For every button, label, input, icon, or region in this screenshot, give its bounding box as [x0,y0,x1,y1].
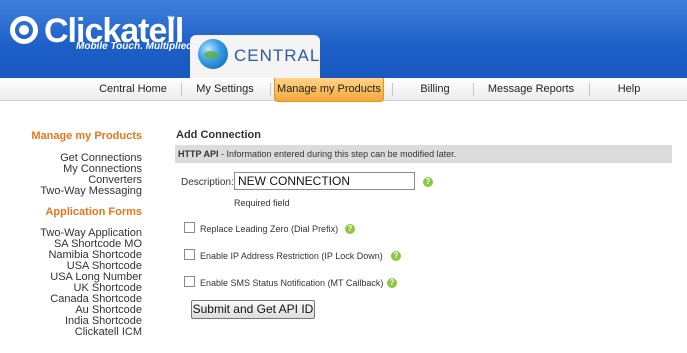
nav-message-reports[interactable]: Message Reports [478,78,584,100]
required-field-note: Required field [234,198,290,208]
help-icon-ip-restriction[interactable]: ? [391,251,401,261]
api-type-label: HTTP API [178,149,219,159]
help-icon-sms-status[interactable]: ? [387,278,397,288]
nav-my-settings[interactable]: My Settings [186,78,264,100]
logo-trademark: ™ [166,14,175,24]
help-icon-leading-zero[interactable]: ? [345,224,355,234]
nav-help[interactable]: Help [594,78,664,100]
sms-status-checkbox[interactable] [184,276,195,287]
replace-leading-zero-label: Replace Leading Zero (Dial Prefix) [200,224,339,234]
sidebar-heading-application-forms: Application Forms [45,206,142,218]
sms-status-label: Enable SMS Status Notification (MT Callb… [200,278,384,288]
nav-separator [589,83,590,96]
page-title: Add Connection [176,129,261,141]
sidebar-link-clickatell-icm[interactable]: Clickatell ICM [75,327,142,338]
replace-leading-zero-checkbox[interactable] [184,222,195,233]
api-info-bar: HTTP API - Information entered during th… [175,145,672,163]
description-label: Description: [181,177,234,188]
description-input[interactable] [234,172,415,190]
submit-get-api-id-button[interactable]: Submit and Get API ID [191,300,315,319]
nav-separator [270,83,271,96]
central-label: CENTRAL [234,46,321,65]
nav-billing[interactable]: Billing [396,78,474,100]
sidebar: Manage my Products Get Connections My Co… [0,0,142,353]
api-info-note: - Information entered during this step c… [218,149,457,159]
nav-separator [181,83,182,96]
sidebar-heading-manage: Manage my Products [31,130,142,142]
nav-separator [473,83,474,96]
central-tab[interactable]: CENTRAL [190,35,320,78]
globe-icon [198,39,228,69]
help-icon-description[interactable]: ? [423,177,433,187]
ip-restriction-checkbox[interactable] [184,249,195,260]
sidebar-link-two-way-messaging[interactable]: Two-Way Messaging [40,186,142,197]
nav-separator [392,83,393,96]
nav-manage-my-products[interactable]: Manage my Products [274,78,384,102]
ip-restriction-label: Enable IP Address Restriction (IP Lock D… [200,251,383,261]
